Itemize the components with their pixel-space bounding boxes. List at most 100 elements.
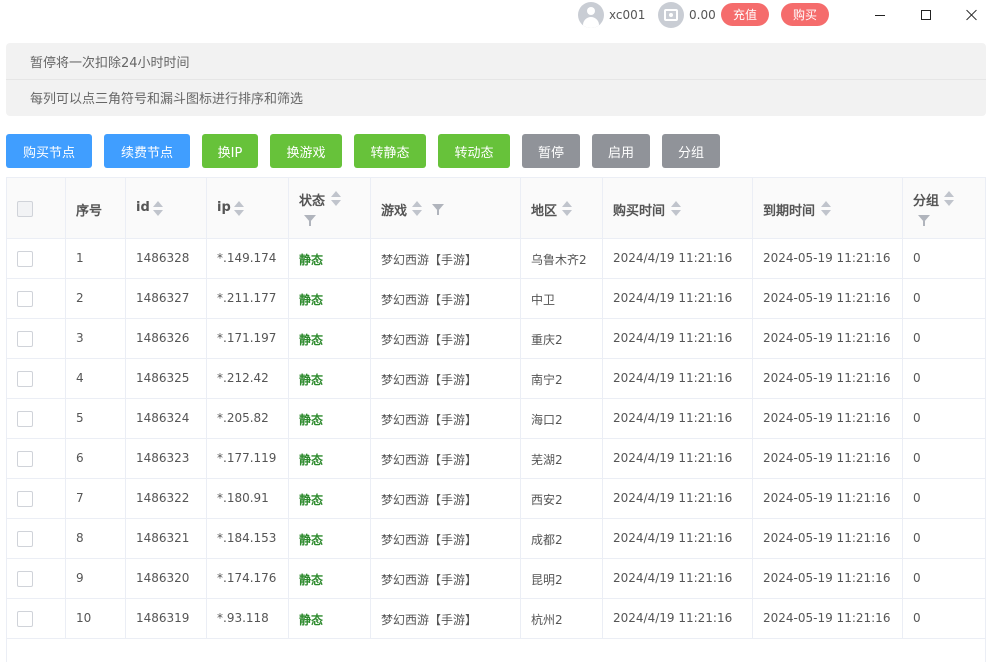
table-row[interactable]: 3 1486326 *.171.197 静态 梦幻西游【手游】 重庆2 2024/4/19 …	[7, 319, 985, 359]
sort-region-icon[interactable]	[562, 201, 572, 219]
cell-ip: *.211.177	[207, 279, 289, 319]
change-ip-button[interactable]: 换IP	[202, 134, 258, 168]
buy-node-button[interactable]: 购买节点	[6, 134, 92, 168]
cell-group: 0	[903, 359, 985, 399]
cell-region: 乌鲁木齐2	[521, 239, 603, 279]
wallet-info: 0.00	[658, 2, 716, 28]
row-checkbox[interactable]	[17, 611, 33, 627]
cell-status-value: 静态	[299, 613, 324, 627]
maximize-button[interactable]	[903, 0, 949, 30]
table-row[interactable]: 8 1486321 *.184.153 静态 梦幻西游【手游】 成都2 2024/4/19 …	[7, 519, 985, 559]
header-ip-label: ip	[217, 200, 231, 215]
to-dynamic-button[interactable]: 转动态	[438, 134, 510, 168]
table-row[interactable]: 1 1486328 *.149.174 静态 梦幻西游【手游】 乌鲁木齐2 2024/4/1…	[7, 239, 985, 279]
cell-seq-value: 7	[76, 491, 84, 505]
minimize-button[interactable]	[857, 0, 903, 30]
cell-region: 昆明2	[521, 559, 603, 599]
row-checkbox[interactable]	[17, 331, 33, 347]
close-icon	[966, 9, 978, 21]
enable-button[interactable]: 启用	[592, 134, 650, 168]
sort-game-icon[interactable]	[412, 201, 422, 219]
cell-expire-time: 2024-05-19 11:21:16	[753, 479, 903, 519]
group-button[interactable]: 分组	[662, 134, 720, 168]
row-checkbox[interactable]	[17, 291, 33, 307]
select-all-checkbox[interactable]	[17, 201, 33, 217]
cell-region-value: 成都2	[531, 533, 563, 547]
cell-seq-value: 3	[76, 331, 84, 345]
cell-group-value: 0	[913, 491, 921, 505]
renew-node-button[interactable]: 续费节点	[104, 134, 190, 168]
header-group: 分组	[903, 178, 985, 239]
recharge-button[interactable]: 充值	[721, 3, 769, 26]
cell-status: 静态	[289, 319, 371, 359]
wallet-icon	[658, 2, 684, 28]
cell-id: 1486319	[126, 599, 207, 639]
filter-group-icon[interactable]	[918, 215, 930, 227]
sort-group-icon[interactable]	[944, 191, 954, 209]
sort-id-icon[interactable]	[153, 201, 163, 219]
table-row[interactable]: 10 1486319 *.93.118 静态 梦幻西游【手游】 杭州2 2024/4/19 …	[7, 599, 985, 639]
buy-button[interactable]: 购买	[781, 3, 829, 26]
cell-region-value: 杭州2	[531, 613, 563, 627]
row-checkbox[interactable]	[17, 371, 33, 387]
cell-region: 中卫	[521, 279, 603, 319]
cell-game-value: 梦幻西游【手游】	[381, 573, 478, 587]
cell-seq: 10	[66, 599, 126, 639]
cell-id-value: 1486319	[136, 611, 190, 625]
row-checkbox[interactable]	[17, 491, 33, 507]
cell-id: 1486328	[126, 239, 207, 279]
cell-buy-time-value: 2024/4/19 11:21:16	[613, 371, 733, 385]
cell-region: 重庆2	[521, 319, 603, 359]
cell-id: 1486321	[126, 519, 207, 559]
cell-expire-time-value: 2024-05-19 11:21:16	[763, 611, 891, 625]
cell-group-value: 0	[913, 571, 921, 585]
table-row[interactable]: 5 1486324 *.205.82 静态 梦幻西游【手游】 海口2 2024/4/19 1…	[7, 399, 985, 439]
cell-id: 1486325	[126, 359, 207, 399]
row-select-cell	[7, 239, 66, 279]
user-avatar-icon	[578, 2, 604, 28]
sort-status-icon[interactable]	[331, 191, 341, 209]
filter-game-icon[interactable]	[432, 204, 444, 216]
table-row[interactable]: 2 1486327 *.211.177 静态 梦幻西游【手游】 中卫 2024/4/19 1…	[7, 279, 985, 319]
row-checkbox[interactable]	[17, 251, 33, 267]
cell-status-value: 静态	[299, 333, 324, 347]
to-static-button[interactable]: 转静态	[354, 134, 426, 168]
cell-ip-value: *.211.177	[217, 291, 277, 305]
cell-ip: *.149.174	[207, 239, 289, 279]
cell-buy-time: 2024/4/19 11:21:16	[603, 239, 753, 279]
filter-status-icon[interactable]	[304, 215, 316, 227]
cell-seq-value: 8	[76, 531, 84, 545]
cell-id-value: 1486325	[136, 371, 190, 385]
close-button[interactable]	[949, 0, 990, 30]
cell-id-value: 1486321	[136, 531, 190, 545]
cell-group-value: 0	[913, 291, 921, 305]
sort-expire-time-icon[interactable]	[821, 201, 831, 219]
table-row[interactable]: 9 1486320 *.174.176 静态 梦幻西游【手游】 昆明2 2024/4/19 …	[7, 559, 985, 599]
cell-seq-value: 6	[76, 451, 84, 465]
change-game-button[interactable]: 换游戏	[270, 134, 342, 168]
row-checkbox[interactable]	[17, 451, 33, 467]
sort-ip-icon[interactable]	[234, 201, 244, 219]
pause-button[interactable]: 暂停	[522, 134, 580, 168]
cell-seq-value: 9	[76, 571, 84, 585]
cell-buy-time-value: 2024/4/19 11:21:16	[613, 611, 733, 625]
cell-seq: 6	[66, 439, 126, 479]
user-info[interactable]: xc001	[578, 2, 645, 28]
cell-group: 0	[903, 239, 985, 279]
row-checkbox[interactable]	[17, 531, 33, 547]
cell-region-value: 海口2	[531, 413, 563, 427]
row-checkbox[interactable]	[17, 411, 33, 427]
cell-status-value: 静态	[299, 453, 324, 467]
table-row[interactable]: 4 1486325 *.212.42 静态 梦幻西游【手游】 南宁2 2024/4/19 1…	[7, 359, 985, 399]
cell-id-value: 1486328	[136, 251, 190, 265]
cell-game: 梦幻西游【手游】	[371, 239, 521, 279]
cell-buy-time-value: 2024/4/19 11:21:16	[613, 331, 733, 345]
table-row[interactable]: 6 1486323 *.177.119 静态 梦幻西游【手游】 芜湖2 2024/4/19 …	[7, 439, 985, 479]
row-select-cell	[7, 559, 66, 599]
table-row[interactable]: 7 1486322 *.180.91 静态 梦幻西游【手游】 西安2 2024/4/19 1…	[7, 479, 985, 519]
cell-game-value: 梦幻西游【手游】	[381, 373, 478, 387]
cell-status: 静态	[289, 559, 371, 599]
sort-buy-time-icon[interactable]	[671, 201, 681, 219]
row-select-cell	[7, 359, 66, 399]
row-checkbox[interactable]	[17, 571, 33, 587]
